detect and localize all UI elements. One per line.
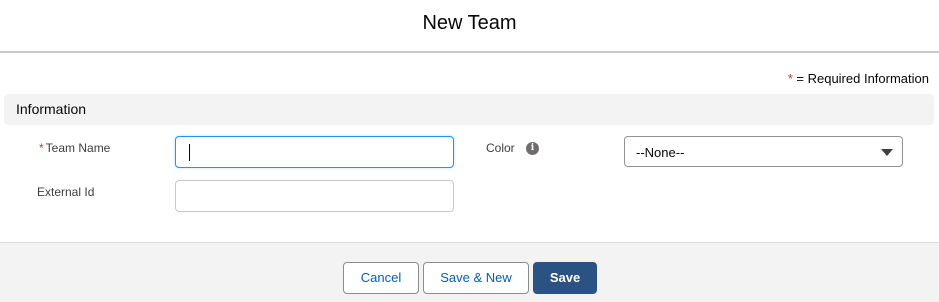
external-id-input[interactable] <box>175 180 454 212</box>
section-header-information[interactable]: Information <box>4 94 934 125</box>
chevron-down-icon <box>881 149 893 156</box>
team-name-label-text: Team Name <box>45 141 111 155</box>
color-select[interactable]: --None-- <box>624 136 903 167</box>
color-label: Color <box>486 141 515 155</box>
team-name-input[interactable] <box>175 136 454 168</box>
required-star: * <box>39 141 44 155</box>
text-caret <box>189 144 190 161</box>
section-title: Information <box>16 101 87 117</box>
required-info-note: * = Required Information <box>788 71 929 86</box>
save-and-new-button[interactable]: Save & New <box>423 262 529 294</box>
info-icon[interactable]: i <box>526 142 539 155</box>
modal-title: New Team <box>422 12 517 34</box>
required-star: * <box>787 71 793 86</box>
required-info-text: = Required Information <box>796 71 929 86</box>
team-name-label: * Team Name <box>39 141 110 155</box>
cancel-button[interactable]: Cancel <box>343 262 419 294</box>
color-select-value: --None-- <box>636 145 685 160</box>
modal-header: New Team <box>0 0 939 53</box>
external-id-label: External Id <box>37 185 95 199</box>
save-button[interactable]: Save <box>533 262 597 294</box>
